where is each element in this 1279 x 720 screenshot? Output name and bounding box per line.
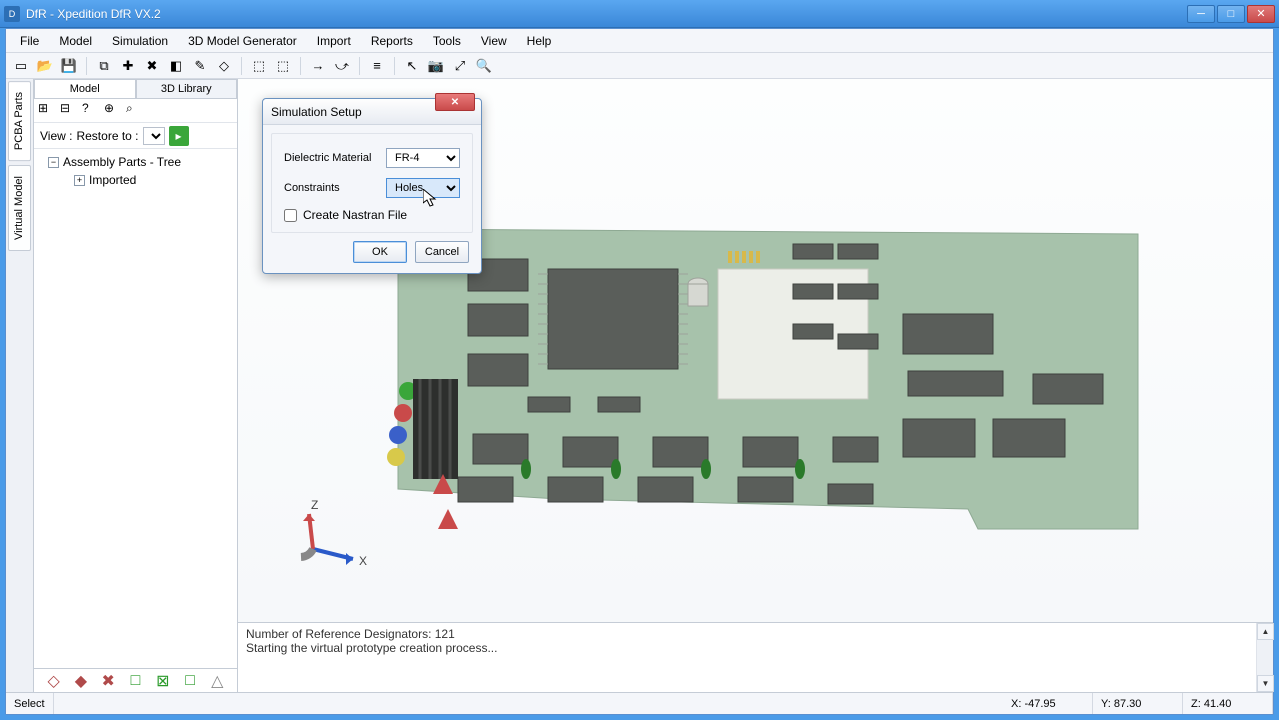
shape-palette: ◇ ◆ ✖ □ ⊠ □ △ <box>34 668 237 692</box>
create-nastran-label: Create Nastran File <box>303 208 407 222</box>
main-toolbar: ▭📂💾 ⧉✚✖◧✎◇ ⬚⬚ →⤻ ≡ ↖📷⤢🔍 <box>6 53 1273 79</box>
highlight-icon[interactable]: ◧ <box>165 55 187 77</box>
shape-diamond-x[interactable]: ✖ <box>99 672 117 690</box>
tree2-icon[interactable]: ⊟ <box>60 101 80 121</box>
tree-expand-icon[interactable]: + <box>74 175 85 186</box>
window-title: DfR - Xpedition DfR VX.2 <box>26 7 1187 21</box>
scroll-up-icon[interactable]: ▲ <box>1257 623 1274 640</box>
output-console[interactable]: Number of Reference Designators: 121 Sta… <box>238 622 1273 692</box>
status-z: Z: 41.40 <box>1183 693 1273 714</box>
view-label: View : <box>40 129 72 143</box>
menu-reports[interactable]: Reports <box>361 31 423 51</box>
console-line: Number of Reference Designators: 121 <box>246 627 1265 641</box>
status-bar: Select X: -47.95 Y: 87.30 Z: 41.40 <box>6 692 1273 714</box>
menu-3d-model-generator[interactable]: 3D Model Generator <box>178 31 307 51</box>
export-icon[interactable]: → <box>307 55 329 77</box>
dielectric-label: Dielectric Material <box>284 152 378 164</box>
menu-tools[interactable]: Tools <box>423 31 471 51</box>
cube-icon[interactable]: ⬚ <box>248 55 270 77</box>
restore-label: Restore to : <box>76 129 138 143</box>
scroll-down-icon[interactable]: ▼ <box>1257 675 1274 692</box>
vtab-virtual-model[interactable]: Virtual Model <box>8 165 31 251</box>
dielectric-select[interactable]: FR-4 <box>386 148 460 168</box>
tree-root[interactable]: − Assembly Parts - Tree <box>36 153 235 171</box>
side-tabs: Model 3D Library <box>34 79 237 99</box>
menu-help[interactable]: Help <box>517 31 562 51</box>
title-bar: D DfR - Xpedition DfR VX.2 ─ □ ✕ <box>0 0 1279 28</box>
console-line: Starting the virtual prototype creation … <box>246 641 1265 655</box>
brush-icon[interactable]: ✎ <box>189 55 211 77</box>
tree-icon[interactable]: ⊞ <box>38 101 58 121</box>
dialog-title-bar[interactable]: Simulation Setup ✕ <box>263 99 481 125</box>
shape-square-x[interactable]: ⊠ <box>154 672 172 690</box>
axis-x-label: X <box>359 554 367 568</box>
side-toolbar: ⊞⊟?⊕⌕ <box>34 99 237 123</box>
status-y: Y: 87.30 <box>1093 693 1183 714</box>
simulation-setup-dialog: Simulation Setup ✕ Dielectric Material F… <box>262 98 482 274</box>
tree-child-label: Imported <box>89 173 136 187</box>
tree-collapse-icon[interactable]: − <box>48 157 59 168</box>
tree-root-label: Assembly Parts - Tree <box>63 155 181 169</box>
list-icon[interactable]: ≡ <box>366 55 388 77</box>
create-nastran-checkbox[interactable] <box>284 209 297 222</box>
menu-file[interactable]: File <box>10 31 49 51</box>
tree-child[interactable]: + Imported <box>36 171 235 189</box>
restore-apply-button[interactable]: ▸ <box>169 126 189 146</box>
dialog-title: Simulation Setup <box>271 105 362 119</box>
console-scrollbar[interactable]: ▲ ▼ <box>1256 623 1273 692</box>
pointer-icon[interactable]: ↖ <box>401 55 423 77</box>
zoomfit-icon[interactable]: ⤢ <box>449 55 471 77</box>
expand-icon[interactable]: ⊕ <box>104 101 124 121</box>
shape-triangle[interactable]: △ <box>208 672 226 690</box>
vtab-pcba-parts[interactable]: PCBA Parts <box>8 81 31 161</box>
layer-icon[interactable]: ◇ <box>213 55 235 77</box>
zoom-icon[interactable]: 🔍 <box>473 55 495 77</box>
shape-diamond-empty[interactable]: ◇ <box>45 672 63 690</box>
paste-icon[interactable]: ✚ <box>117 55 139 77</box>
status-mode: Select <box>6 693 54 714</box>
maximize-button[interactable]: □ <box>1217 5 1245 23</box>
help-icon[interactable]: ? <box>82 101 102 121</box>
menu-view[interactable]: View <box>471 31 517 51</box>
side-panel: Model 3D Library ⊞⊟?⊕⌕ View : Restore to… <box>34 79 238 692</box>
find-icon[interactable]: ⌕ <box>126 101 146 121</box>
cancel-button[interactable]: Cancel <box>415 241 469 263</box>
camera-icon[interactable]: 📷 <box>425 55 447 77</box>
ok-button[interactable]: OK <box>353 241 407 263</box>
dialog-close-button[interactable]: ✕ <box>435 93 475 111</box>
view-controls: View : Restore to : ▸ <box>34 123 237 149</box>
tab-3d-library[interactable]: 3D Library <box>136 79 238 98</box>
menu-model[interactable]: Model <box>49 31 102 51</box>
parts-tree[interactable]: − Assembly Parts - Tree + Imported <box>34 149 237 668</box>
cubes-icon[interactable]: ⬚ <box>272 55 294 77</box>
copy-icon[interactable]: ⧉ <box>93 55 115 77</box>
new-icon[interactable]: ▭ <box>10 55 32 77</box>
tab-model[interactable]: Model <box>34 79 136 98</box>
restore-select[interactable] <box>143 127 165 145</box>
minimize-button[interactable]: ─ <box>1187 5 1215 23</box>
save-icon[interactable]: 💾 <box>58 55 80 77</box>
main-area: PCBA Parts Virtual Model Model 3D Librar… <box>6 79 1273 692</box>
menu-bar: FileModelSimulation3D Model GeneratorImp… <box>6 29 1273 53</box>
shape-square-empty[interactable]: □ <box>126 672 144 690</box>
app-icon: D <box>4 6 20 22</box>
menu-import[interactable]: Import <box>307 31 361 51</box>
open-icon[interactable]: 📂 <box>34 55 56 77</box>
axis-z-label: Z <box>311 498 318 512</box>
close-window-button[interactable]: ✕ <box>1247 5 1275 23</box>
vertical-tab-strip: PCBA Parts Virtual Model <box>6 79 34 692</box>
shape-square-fill[interactable]: □ <box>181 672 199 690</box>
run-icon[interactable]: ⤻ <box>331 55 353 77</box>
menu-simulation[interactable]: Simulation <box>102 31 178 51</box>
status-x: X: -47.95 <box>1003 693 1093 714</box>
constraints-select[interactable]: Holes <box>386 178 460 198</box>
app-window: FileModelSimulation3D Model GeneratorImp… <box>5 28 1274 715</box>
constraints-label: Constraints <box>284 182 378 194</box>
shape-diamond-fill[interactable]: ◆ <box>72 672 90 690</box>
cut-icon[interactable]: ✖ <box>141 55 163 77</box>
